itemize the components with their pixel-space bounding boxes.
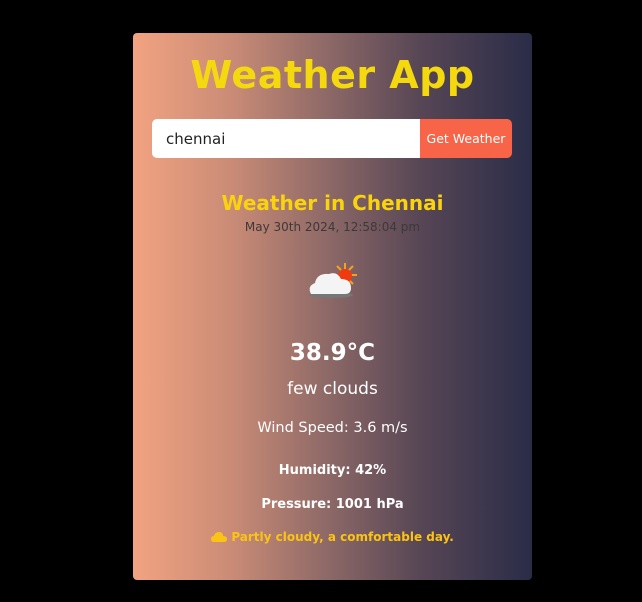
search-bar: Get Weather xyxy=(152,119,512,158)
partly-cloudy-icon xyxy=(309,263,357,298)
weather-description: few clouds xyxy=(287,379,378,399)
weather-card: Weather App Get Weather Weather in Chenn… xyxy=(133,33,532,580)
wind-speed: Wind Speed: 3.6 m/s xyxy=(257,420,408,436)
temperature: 38.9°C xyxy=(289,340,376,366)
app-title: Weather App xyxy=(190,53,475,97)
get-weather-button[interactable]: Get Weather xyxy=(420,119,512,158)
weather-message-text: Partly cloudy, a comfortable day. xyxy=(231,530,454,544)
weather-message: Partly cloudy, a comfortable day. xyxy=(133,530,532,544)
cloud-icon xyxy=(211,532,228,542)
weather-heading: Weather in Chennai xyxy=(221,191,444,215)
weather-datetime: May 30th 2024, 12:58:04 pm xyxy=(244,220,421,234)
city-input[interactable] xyxy=(152,119,420,158)
humidity: Humidity: 42% xyxy=(278,463,387,478)
pressure: Pressure: 1001 hPa xyxy=(261,497,404,512)
